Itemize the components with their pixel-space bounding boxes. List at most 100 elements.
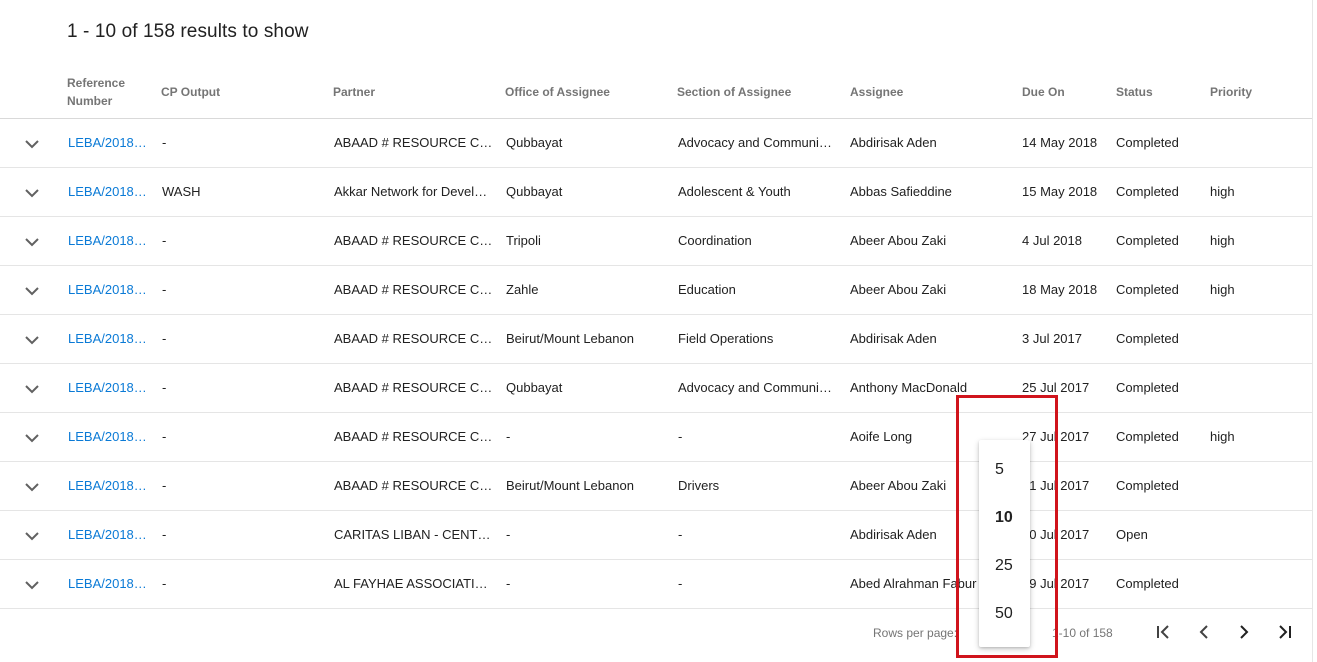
rows-per-page-option-50[interactable]: 50	[979, 590, 1030, 638]
cell-cp-output: -	[162, 429, 167, 444]
cell-assignee: Abdirisak Aden	[850, 135, 937, 150]
cell-due-on: 19 Jul 2017	[1022, 576, 1090, 591]
first-page-button[interactable]	[1153, 621, 1175, 643]
cell-cp-output: -	[162, 380, 167, 395]
cell-reference[interactable]: LEBA/2018…	[68, 315, 152, 363]
cell-reference[interactable]: LEBA/2018…	[68, 217, 152, 265]
cell-cp-output: -	[162, 331, 167, 346]
cell-partner: CARITAS LIBAN - CENTR…	[334, 527, 494, 542]
expand-row-button[interactable]	[24, 283, 40, 299]
cell-section: Adolescent & Youth	[678, 184, 791, 199]
column-header-partner[interactable]: Partner	[333, 83, 375, 101]
cell-reference[interactable]: LEBA/2018…	[68, 168, 152, 216]
cell-section: Drivers	[678, 478, 720, 493]
cell-assignee: Abbas Safieddine	[850, 184, 952, 199]
previous-page-button[interactable]	[1193, 621, 1215, 643]
column-header-reference-line1: Reference	[67, 76, 126, 90]
cell-assignee: Abeer Abou Zaki	[850, 233, 947, 248]
next-page-button[interactable]	[1233, 621, 1255, 643]
cell-status: Completed	[1116, 576, 1179, 591]
rows-per-page-label: Rows per page:	[873, 626, 958, 640]
cell-reference[interactable]: LEBA/2018…	[68, 119, 152, 167]
cell-reference[interactable]: LEBA/2018…	[68, 511, 152, 559]
cell-section: -	[678, 429, 683, 444]
cell-partner: AL FAYHAE ASSOCIATION	[334, 576, 494, 591]
expand-row-button[interactable]	[24, 479, 40, 495]
expand-row-button[interactable]	[24, 577, 40, 593]
cell-office: Tripoli	[506, 233, 541, 248]
last-page-button[interactable]	[1273, 621, 1295, 643]
cell-reference[interactable]: LEBA/2018…	[68, 266, 152, 314]
column-header-status[interactable]: Status	[1116, 83, 1153, 101]
table-row[interactable]: LEBA/2018… - ABAAD # RESOURCE CE… Beirut/Mo…	[0, 462, 1312, 511]
cell-partner: ABAAD # RESOURCE CE…	[334, 135, 494, 150]
cell-office: Qubbayat	[506, 135, 563, 150]
cell-priority	[1210, 364, 1300, 412]
chevron-down-icon	[25, 287, 39, 296]
rows-per-page-option-label: 5	[995, 461, 1004, 478]
expand-row-button[interactable]	[24, 185, 40, 201]
cell-reference[interactable]: LEBA/2018…	[68, 364, 152, 412]
table-row[interactable]: LEBA/2018… - ABAAD # RESOURCE CE… Qubbayat A…	[0, 119, 1312, 168]
expand-row-button[interactable]	[24, 136, 40, 152]
cell-reference[interactable]: LEBA/2018…	[68, 462, 152, 510]
chevron-down-icon	[25, 336, 39, 345]
column-header-due-on[interactable]: Due On	[1022, 83, 1065, 101]
expand-row-button[interactable]	[24, 528, 40, 544]
rows-per-page-option-label: 25	[995, 557, 1013, 574]
chevron-down-icon	[25, 532, 39, 541]
table-row[interactable]: LEBA/2018… - ABAAD # RESOURCE CE… Qubbayat A…	[0, 364, 1312, 413]
cell-cp-output: -	[162, 233, 167, 248]
column-header-reference[interactable]: Reference Number	[67, 74, 125, 110]
expand-row-button[interactable]	[24, 332, 40, 348]
cell-section: -	[678, 527, 683, 542]
column-header-reference-line2: Number	[67, 94, 113, 108]
expand-row-button[interactable]	[24, 234, 40, 250]
chevron-down-icon	[25, 140, 39, 149]
cell-reference[interactable]: LEBA/2018…	[68, 413, 152, 461]
rows-per-page-dropdown: 5 10 25 50	[979, 440, 1030, 647]
cell-priority	[1210, 511, 1300, 559]
column-header-priority[interactable]: Priority	[1210, 83, 1252, 101]
table-row[interactable]: LEBA/2018… - ABAAD # RESOURCE CE… Zahle Educ…	[0, 266, 1312, 315]
cell-status: Open	[1116, 527, 1148, 542]
expand-row-button[interactable]	[24, 430, 40, 446]
cell-reference[interactable]: LEBA/2018…	[68, 560, 152, 608]
table-row[interactable]: LEBA/2018… - CARITAS LIBAN - CENTR… - - Abdir…	[0, 511, 1312, 560]
cell-due-on: 15 May 2018	[1022, 184, 1098, 199]
rows-per-page-option-5[interactable]: 5	[979, 446, 1030, 494]
cell-office: -	[506, 576, 511, 591]
column-header-assignee[interactable]: Assignee	[850, 83, 903, 101]
cell-section: Coordination	[678, 233, 752, 248]
table-row[interactable]: LEBA/2018… - ABAAD # RESOURCE CE… Tripoli Co…	[0, 217, 1312, 266]
rows-per-page-option-10[interactable]: 10	[979, 494, 1030, 542]
table-row[interactable]: LEBA/2018… - ABAAD # RESOURCE CE… - - Aoife L…	[0, 413, 1312, 462]
cell-status: Completed	[1116, 135, 1179, 150]
cell-priority	[1210, 560, 1300, 608]
cell-priority	[1210, 119, 1300, 167]
table-header: Reference Number CP Output Partner Offic…	[0, 68, 1312, 119]
cell-due-on: 27 Jul 2017	[1022, 429, 1090, 444]
cell-office: Qubbayat	[506, 184, 563, 199]
cell-priority	[1210, 315, 1300, 363]
table-row[interactable]: LEBA/2018… - AL FAYHAE ASSOCIATION - - Abed A…	[0, 560, 1312, 609]
cell-priority	[1210, 462, 1300, 510]
chevron-down-icon	[25, 434, 39, 443]
cell-due-on: 18 May 2018	[1022, 282, 1098, 297]
column-header-section[interactable]: Section of Assignee	[677, 83, 791, 101]
cell-office: Zahle	[506, 282, 539, 297]
table-row[interactable]: LEBA/2018… - ABAAD # RESOURCE CE… Beirut/Mo…	[0, 315, 1312, 364]
right-edge-divider	[1312, 0, 1313, 662]
cell-office: -	[506, 527, 511, 542]
column-header-cp-output[interactable]: CP Output	[161, 83, 220, 101]
cell-partner: ABAAD # RESOURCE CE…	[334, 233, 494, 248]
rows-per-page-option-25[interactable]: 25	[979, 542, 1030, 590]
table-row[interactable]: LEBA/2018… WASH Akkar Network for Develo… Q…	[0, 168, 1312, 217]
cell-section: -	[678, 576, 683, 591]
column-header-office[interactable]: Office of Assignee	[505, 83, 610, 101]
cell-status: Completed	[1116, 233, 1179, 248]
cell-assignee: Anthony MacDonald	[850, 380, 968, 395]
rows-per-page-option-label: 50	[995, 605, 1013, 622]
table-footer: Rows per page: 1-10 of 158	[0, 608, 1312, 658]
expand-row-button[interactable]	[24, 381, 40, 397]
